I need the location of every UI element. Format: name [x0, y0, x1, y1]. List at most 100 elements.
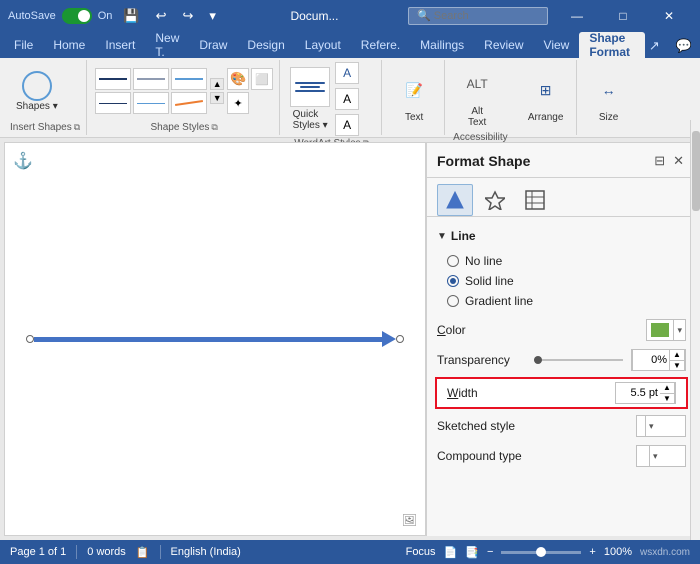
transparency-spin-up[interactable]: ▲ [670, 350, 684, 361]
width-value[interactable]: 5.5 pt [616, 382, 660, 404]
text-outline-button[interactable]: A [335, 88, 359, 110]
tab-shape-format[interactable]: Shape Format [579, 32, 645, 58]
style-sample-4[interactable] [95, 92, 131, 114]
no-line-option[interactable]: No line [447, 251, 676, 271]
minimize-button[interactable] [554, 0, 600, 32]
text-effects-button[interactable]: A [335, 114, 359, 136]
tab-draw[interactable]: Draw [189, 32, 237, 58]
restore-button[interactable] [600, 0, 646, 32]
width-input-wrapper: 5.5 pt ▲ ▼ [615, 382, 676, 404]
ribbon-comment-icon[interactable]: 💬 [672, 34, 696, 58]
solid-line-option[interactable]: Solid line [447, 271, 676, 291]
tab-file[interactable]: File [4, 32, 43, 58]
style-scroll-up[interactable]: ▲ [210, 78, 224, 90]
style-sample-3[interactable] [171, 68, 207, 90]
panel-scrollbar[interactable] [690, 120, 700, 540]
autosave-toggle[interactable] [62, 8, 92, 24]
line-section-collapse[interactable]: ▼ [437, 231, 447, 242]
width-spin-up[interactable]: ▲ [660, 383, 674, 394]
autosave-state: On [98, 10, 113, 22]
line-arrowhead [382, 331, 396, 347]
panel-header: Format Shape ⊟ ✕ [427, 143, 696, 178]
style-ctrl-row-1: 🎨 ⬜ [227, 68, 273, 90]
no-line-radio[interactable] [447, 255, 459, 267]
arrow-line[interactable] [26, 331, 404, 347]
tab-review[interactable]: Review [474, 32, 533, 58]
shape-outline-button[interactable]: ⬜ [251, 68, 273, 90]
zoom-percent: 100% [604, 546, 632, 558]
tab-home[interactable]: Home [43, 32, 95, 58]
tab-newt[interactable]: New T. [145, 32, 189, 58]
panel-tab-effects[interactable] [477, 184, 513, 216]
color-picker-button[interactable]: ▾ [646, 319, 686, 341]
zoom-slider[interactable] [501, 551, 581, 554]
style-sample-5[interactable] [133, 92, 169, 114]
style-sample-2[interactable] [133, 68, 169, 90]
solid-line-radio[interactable] [447, 275, 459, 287]
tab-layout[interactable]: Layout [295, 32, 351, 58]
arrow-line-container [26, 331, 404, 347]
shape-styles-expand-icon[interactable]: ⧉ [211, 122, 217, 133]
sketched-dropdown-arrow[interactable]: ▾ [645, 415, 657, 437]
tab-insert[interactable]: Insert [95, 32, 145, 58]
compound-lines-icon [637, 452, 649, 460]
gradient-line-label: Gradient line [465, 294, 533, 308]
zoom-in-icon[interactable]: + [589, 546, 595, 558]
arrange-button[interactable]: ⊞ Arrange [522, 68, 570, 125]
panel-tab-layout[interactable] [517, 184, 553, 216]
wordart-quick-styles-button[interactable]: QuickStyles ▾ [288, 65, 332, 133]
color-swatch [651, 323, 669, 337]
compound-dropdown-arrow[interactable]: ▾ [649, 445, 661, 467]
shape-fill-button[interactable]: 🎨 [227, 68, 249, 90]
insert-shapes-expand-icon[interactable]: ⧉ [74, 122, 80, 133]
customize-icon[interactable]: ▾ [204, 6, 221, 26]
wordart-styles-group: QuickStyles ▾ A A A WordArt Styles ⧉ [282, 60, 382, 135]
toggle-knob [78, 10, 90, 22]
sketched-style-row: Sketched style ▾ [427, 411, 696, 441]
panel-detach-icon[interactable]: ⊟ [652, 151, 667, 171]
tab-view[interactable]: View [534, 32, 580, 58]
line-section-label: Line [451, 229, 476, 243]
tab-refere[interactable]: Refere. [351, 32, 410, 58]
redo-icon[interactable]: ↪ [177, 6, 198, 26]
color-dropdown-arrow[interactable]: ▾ [673, 319, 685, 341]
ribbon-share-icon[interactable]: ↗ [645, 34, 664, 58]
focus-label[interactable]: Focus [406, 546, 436, 558]
zoom-out-icon[interactable]: − [487, 546, 493, 558]
panel-close-icon[interactable]: ✕ [671, 151, 686, 171]
shapes-dropdown[interactable]: Shapes ▾ [16, 101, 58, 112]
tab-mailings[interactable]: Mailings [410, 32, 474, 58]
gradient-line-option[interactable]: Gradient line [447, 291, 676, 311]
view-mode-icon-2[interactable]: 📑 [465, 546, 479, 559]
style-sample-6[interactable] [171, 92, 207, 114]
shape-effects-button[interactable]: ✦ [227, 92, 249, 114]
transparency-spin-down[interactable]: ▼ [670, 361, 684, 371]
style-scroll-down[interactable]: ▼ [210, 92, 224, 104]
save-icon[interactable]: 💾 [118, 6, 144, 26]
shape-styles-label: Shape Styles ⧉ [95, 120, 273, 133]
format-shape-panel: Format Shape ⊟ ✕ [426, 142, 696, 536]
size-group-label [585, 131, 633, 133]
gradient-line-radio[interactable] [447, 295, 459, 307]
shapes-button[interactable]: Shapes ▾ [10, 69, 64, 114]
sketched-style-dropdown[interactable]: ▾ [636, 415, 686, 437]
fill-effects-icon [445, 190, 465, 210]
text-fill-button[interactable]: A [335, 62, 359, 84]
width-spin-down[interactable]: ▼ [660, 394, 674, 404]
size-button[interactable]: ↔ Size [585, 68, 633, 125]
compound-type-dropdown[interactable]: ▾ [636, 445, 686, 467]
line-section-header: ▼ Line [427, 225, 696, 249]
panel-tab-fill[interactable] [437, 184, 473, 216]
undo-icon[interactable]: ↩ [151, 6, 172, 26]
style-sample-1[interactable] [95, 68, 131, 90]
search-input[interactable] [408, 7, 548, 25]
line-endpoint-right [396, 335, 404, 343]
transparency-slider[interactable] [534, 359, 623, 361]
alt-text-button[interactable]: ALT AltText [453, 62, 501, 130]
tab-design[interactable]: Design [237, 32, 294, 58]
close-button[interactable] [646, 0, 692, 32]
document-canvas[interactable]: ⚓ 🖼 [4, 142, 426, 536]
text-button[interactable]: 📝 Text [390, 68, 438, 125]
view-mode-icon-1[interactable]: 📄 [444, 546, 458, 559]
style-row-2 [95, 92, 207, 114]
